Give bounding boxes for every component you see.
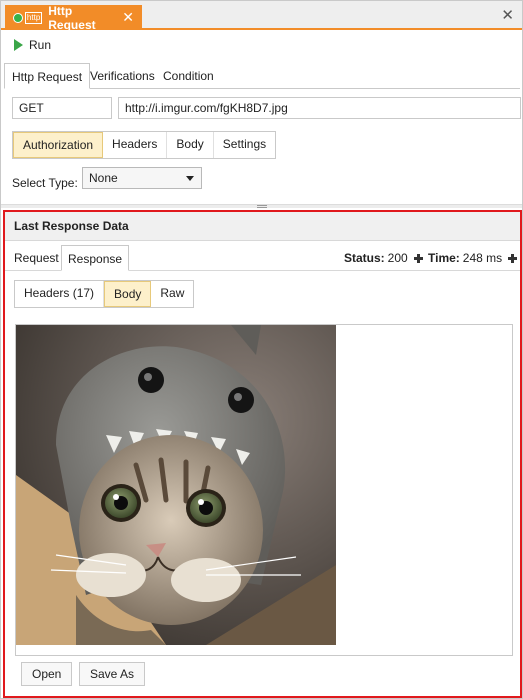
tab-body[interactable]: Body	[167, 132, 214, 158]
tab-verifications[interactable]: Verifications	[83, 63, 162, 89]
http-badge-icon: http	[24, 11, 43, 24]
doc-tab-http-request[interactable]: http Http Request ✕	[5, 3, 142, 32]
tab-condition[interactable]: Condition	[156, 63, 221, 89]
tab-http-request[interactable]: Http Request	[4, 63, 91, 89]
splitter-grip-icon[interactable]	[257, 205, 267, 208]
request-tabs: Http Request Verifications Condition	[4, 63, 520, 89]
save-as-button[interactable]: Save As	[79, 662, 146, 686]
close-icon[interactable]: ✕	[122, 9, 134, 26]
response-view-tabs: Headers (17) Body Raw	[14, 280, 195, 308]
time-label: Time:	[428, 251, 460, 265]
url-field[interactable]: http://i.imgur.com/fgKH8D7.jpg	[118, 97, 521, 119]
config-tabs: Authorization Headers Body Settings	[12, 131, 277, 159]
cat-in-shark-hat-image	[16, 325, 336, 645]
last-response-panel: Last Response Data Request Response Stat…	[3, 210, 522, 698]
run-label: Run	[29, 38, 52, 52]
open-button[interactable]: Open	[21, 662, 73, 686]
tab-body-view[interactable]: Body	[104, 281, 152, 307]
select-type-dropdown[interactable]: None	[82, 167, 202, 189]
tab-request[interactable]: Request	[8, 245, 65, 271]
status-value: 200	[387, 251, 408, 265]
document-tab-bar: http Http Request ✕ ✕	[1, 1, 522, 32]
status-label: Status:	[344, 251, 385, 265]
time-value: 248 ms	[462, 251, 503, 265]
plus-icon[interactable]	[413, 253, 423, 263]
response-body-viewer	[15, 324, 513, 656]
doc-tab-title: Http Request	[48, 3, 96, 32]
http-request-window: http Http Request ✕ ✕ Run Http Request V…	[0, 0, 523, 699]
tab-headers[interactable]: Headers	[103, 132, 168, 158]
tab-settings[interactable]: Settings	[214, 132, 275, 158]
tab-raw[interactable]: Raw	[151, 281, 193, 307]
chevron-down-icon	[186, 176, 194, 181]
window-close-icon[interactable]: ✕	[501, 6, 514, 24]
tab-authorization[interactable]: Authorization	[13, 132, 104, 158]
plus-icon[interactable]	[508, 253, 518, 263]
tab-headers-17[interactable]: Headers (17)	[15, 281, 105, 307]
run-button[interactable]: Run	[14, 38, 51, 52]
status-metric: Status: 200	[344, 251, 423, 265]
response-tabs: Request Response Status: 200 Time: 248 m…	[5, 241, 520, 271]
select-type-value: None	[89, 171, 118, 185]
tab-response[interactable]: Response	[61, 245, 130, 271]
play-icon	[14, 39, 23, 51]
response-panel-title: Last Response Data	[5, 212, 520, 241]
select-type-label: Select Type:	[12, 176, 78, 190]
status-dot-icon	[13, 12, 23, 23]
method-field[interactable]: GET	[12, 97, 112, 119]
time-metric: Time: 248 ms	[428, 251, 518, 265]
